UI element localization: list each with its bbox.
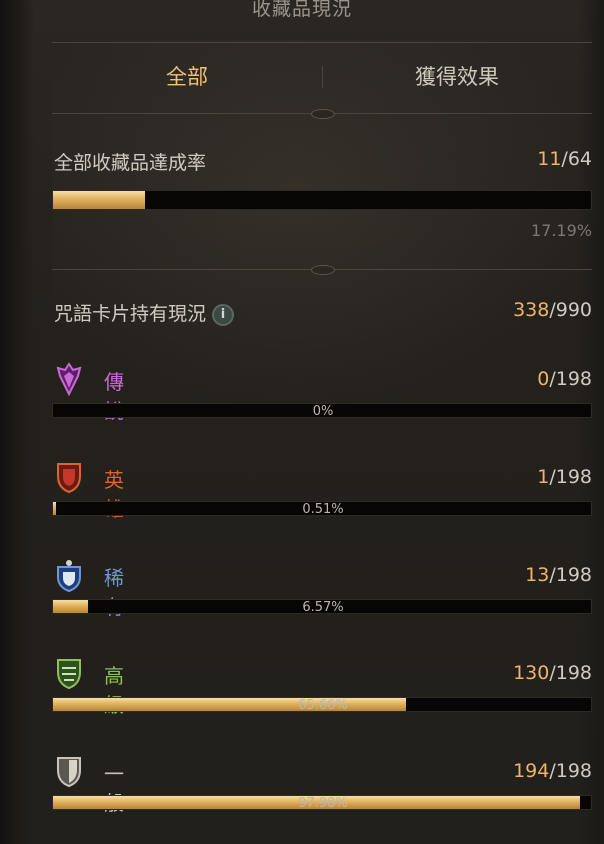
spellcard-total: /990 [549,299,592,321]
rarity-total: /198 [549,662,592,684]
rarity-progress-bar: 0% [52,403,592,419]
panel-title: 收藏品現況 [251,0,352,20]
rarity-total: /198 [549,466,592,488]
hero-shield-icon [54,460,84,494]
rarity-count: 0/198 [537,368,592,390]
rarity-percent: 0% [312,404,334,419]
rarity-current: 1 [537,466,550,488]
info-icon[interactable]: i [212,303,235,326]
spellcard-status-text: 咒語卡片持有現況 [54,303,207,325]
tab-all[interactable]: 全部 [52,61,322,91]
collection-progress-fill [53,191,146,209]
rarity-count: 130/198 [513,662,592,684]
spellcard-status-label: 咒語卡片持有現況 i [54,299,235,326]
rarity-total: /198 [549,368,592,390]
rarity-percent: 65.66% [298,698,348,713]
rarity-progress-bar: 97.98% [52,795,592,811]
collection-count: 11/64 [537,148,592,170]
collection-percent: 17.19% [530,221,592,240]
tab-acquired-effects[interactable]: 獲得效果 [322,61,592,91]
rarity-current: 13 [525,564,550,586]
rarity-percent: 97.98% [298,796,348,811]
rarity-progress-bar: 6.57% [52,599,592,615]
rarity-count: 13/198 [525,564,592,586]
common-shield-icon [54,754,84,788]
collection-rate-label: 全部收藏品達成率 [54,152,207,174]
section-divider [52,265,592,275]
rarity-current: 0 [537,368,550,390]
rarity-total: /198 [549,760,592,782]
rarity-current: 130 [513,662,550,684]
collection-total: /64 [561,148,592,170]
parchment-background [52,40,592,420]
rarity-percent: 0.51% [302,502,344,517]
rarity-progress-bar: 65.66% [52,697,592,713]
rare-shield-icon [54,558,84,593]
left-shadow [0,0,34,844]
collection-current: 11 [537,148,562,170]
collection-progress-bar [52,190,592,210]
spellcard-count: 338/990 [513,299,592,321]
rarity-total: /198 [549,564,592,586]
rarity-count: 1/198 [537,466,592,488]
legendary-crown-icon [54,362,84,397]
advanced-shield-icon [54,656,84,690]
spellcard-current: 338 [513,299,550,321]
tabs-divider [52,109,592,119]
rarity-percent: 6.57% [302,600,344,615]
title-divider [52,42,592,43]
rarity-progress-bar: 0.51% [52,501,592,517]
rarity-current: 194 [513,760,550,782]
rarity-count: 194/198 [513,760,592,782]
